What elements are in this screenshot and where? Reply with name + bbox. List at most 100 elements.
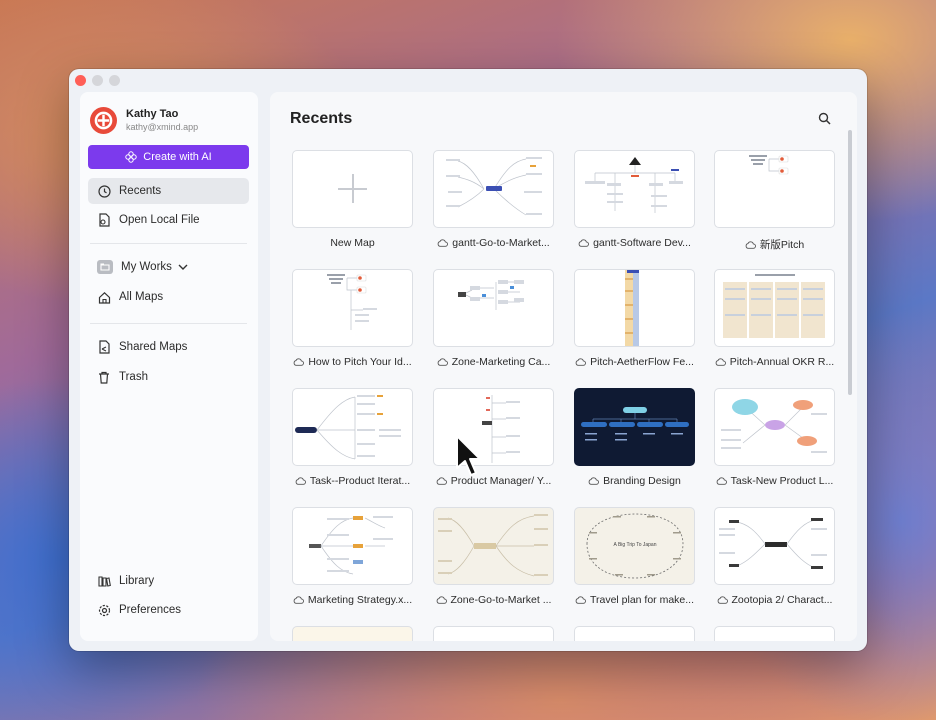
map-card[interactable] xyxy=(714,626,835,641)
map-card[interactable]: A Big Trip To Japan Travel plan for make… xyxy=(574,507,695,606)
trash-icon xyxy=(97,370,111,384)
sidebar-item-label: Open Local File xyxy=(119,214,200,226)
search-icon[interactable] xyxy=(818,112,832,126)
create-with-ai-button[interactable]: Create with AI xyxy=(88,145,249,169)
close-window-button[interactable] xyxy=(75,75,86,86)
map-thumbnail xyxy=(292,507,413,585)
sidebar-item-label: Preferences xyxy=(119,604,182,616)
map-card[interactable] xyxy=(292,626,413,641)
cloud-icon xyxy=(716,477,727,485)
clock-icon xyxy=(97,184,111,198)
map-card[interactable]: Zone-Marketing Ca... xyxy=(433,269,554,368)
ai-flower-icon xyxy=(125,151,137,163)
sidebar-item-label: My Works xyxy=(121,261,172,273)
map-card[interactable]: Product Manager/ Y... xyxy=(433,388,554,487)
map-card[interactable] xyxy=(574,626,695,641)
user-profile[interactable]: Kathy Tao kathy@xmind.app xyxy=(90,107,198,134)
card-label: 新版Pitch xyxy=(759,239,805,251)
map-thumbnail: A Big Trip To Japan xyxy=(574,507,695,585)
card-label: New Map xyxy=(330,237,375,249)
user-name: Kathy Tao xyxy=(126,108,179,120)
map-card[interactable]: How to Pitch Your Id... xyxy=(292,269,413,368)
map-card[interactable]: Task-New Product L... xyxy=(714,388,835,487)
travel-plan-title: A Big Trip To Japan xyxy=(614,542,657,548)
cloud-icon xyxy=(575,358,586,366)
sidebar-item-shared-maps[interactable]: Shared Maps xyxy=(88,334,249,360)
cloud-icon xyxy=(293,358,305,366)
card-label: Pitch-Annual OKR R... xyxy=(729,356,835,368)
sidebar-item-label: All Maps xyxy=(119,291,164,303)
cloud-icon xyxy=(715,358,726,366)
sidebar-item-all-maps[interactable]: All Maps xyxy=(88,284,249,310)
maximize-window-button[interactable] xyxy=(109,75,120,86)
page-title: Recents xyxy=(290,110,353,127)
map-card[interactable]: gantt-Software Dev... xyxy=(574,150,695,249)
map-thumbnail xyxy=(574,150,695,228)
sidebar-divider xyxy=(90,323,247,324)
sidebar-divider xyxy=(90,243,247,244)
map-thumbnail xyxy=(714,507,835,585)
cloud-icon xyxy=(575,596,586,604)
map-card[interactable]: 新版Pitch xyxy=(714,150,835,252)
map-card[interactable]: Pitch-Annual OKR R... xyxy=(714,269,835,368)
map-thumbnail xyxy=(574,388,695,466)
cloud-icon xyxy=(717,596,728,604)
map-thumbnail xyxy=(433,388,554,466)
sidebar-item-label: Shared Maps xyxy=(119,341,188,353)
map-card[interactable]: gantt-Go-to-Market... xyxy=(433,150,554,249)
recents-panel: Recents New Map gantt-Go-to-Market... ga… xyxy=(270,92,857,641)
card-label: Zootopia 2/ Charact... xyxy=(731,594,833,606)
map-thumbnail xyxy=(433,626,554,641)
map-card[interactable]: Zootopia 2/ Charact... xyxy=(714,507,835,606)
map-card[interactable]: Pitch-AetherFlow Fe... xyxy=(574,269,695,368)
card-label: Task--Product Iterat... xyxy=(309,475,411,487)
map-thumbnail xyxy=(433,150,554,228)
file-open-icon xyxy=(97,213,111,227)
folder-box-icon xyxy=(97,260,113,274)
map-thumbnail xyxy=(433,269,554,347)
map-thumbnail xyxy=(292,626,413,641)
cloud-icon xyxy=(745,240,756,249)
user-email: kathy@xmind.app xyxy=(126,122,199,132)
minimize-window-button[interactable] xyxy=(92,75,103,86)
avatar xyxy=(90,107,117,134)
map-thumbnail xyxy=(292,388,413,466)
sidebar-item-label: Library xyxy=(119,575,155,587)
card-label: Pitch-AetherFlow Fe... xyxy=(590,356,694,368)
map-card[interactable]: Marketing Strategy.x... xyxy=(292,507,413,606)
new-map-card[interactable]: New Map xyxy=(292,150,413,249)
map-thumbnail xyxy=(714,269,835,347)
sidebar-item-recents[interactable]: Recents xyxy=(88,178,249,204)
card-label: How to Pitch Your Id... xyxy=(308,356,412,368)
map-card[interactable]: Zone-Go-to-Market ... xyxy=(433,507,554,606)
cloud-icon xyxy=(436,596,447,604)
map-card[interactable]: Branding Design xyxy=(574,388,695,487)
map-thumbnail xyxy=(292,269,413,347)
card-label: Zone-Marketing Ca... xyxy=(451,356,551,368)
card-label: Task-New Product L... xyxy=(730,475,834,487)
sidebar-item-trash[interactable]: Trash xyxy=(88,364,249,390)
map-thumbnail xyxy=(714,150,835,228)
map-thumbnail xyxy=(292,150,413,228)
map-card[interactable] xyxy=(433,626,554,641)
sidebar-item-preferences[interactable]: Preferences xyxy=(88,597,249,623)
cloud-icon xyxy=(437,239,449,247)
sidebar-item-label: Trash xyxy=(119,371,148,383)
shared-file-icon xyxy=(97,340,111,354)
home-icon xyxy=(97,290,111,304)
sidebar-item-my-works[interactable]: My Works xyxy=(88,254,249,280)
map-card[interactable]: Task--Product Iterat... xyxy=(292,388,413,487)
scrollbar[interactable] xyxy=(848,130,852,395)
sidebar-item-open-local-file[interactable]: Open Local File xyxy=(88,207,249,233)
map-thumbnail xyxy=(574,269,695,347)
chevron-down-icon[interactable] xyxy=(178,264,188,271)
cloud-icon xyxy=(588,477,600,485)
cloud-icon xyxy=(436,477,447,485)
sidebar-item-library[interactable]: Library xyxy=(88,568,249,594)
cloud-icon xyxy=(437,358,448,366)
cloud-icon xyxy=(293,596,304,604)
card-label: gantt-Go-to-Market... xyxy=(452,237,550,249)
app-window: Kathy Tao kathy@xmind.app Create with AI… xyxy=(69,69,867,651)
sidebar-item-label: Recents xyxy=(119,185,162,197)
card-label: Branding Design xyxy=(603,475,681,487)
